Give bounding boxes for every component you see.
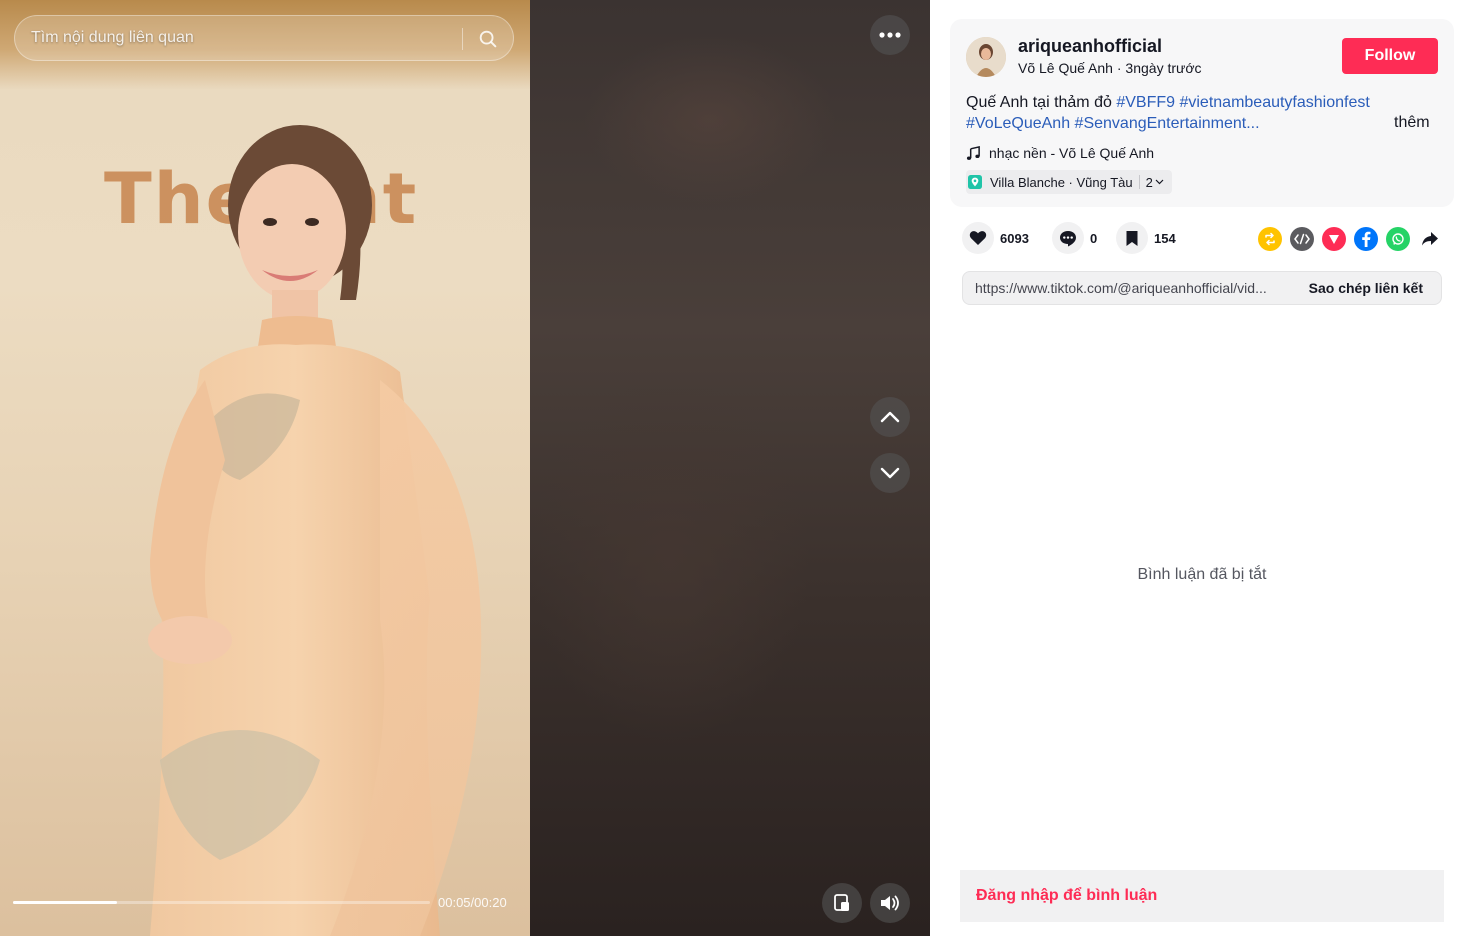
comment-button[interactable] xyxy=(1052,222,1084,254)
video-progress-fill xyxy=(13,901,118,904)
hashtag-link[interactable]: #vietnambeautyfashionfest xyxy=(1179,94,1369,111)
share-arrow-glyph xyxy=(1422,232,1438,246)
login-to-comment-link[interactable]: Đăng nhập để bình luận xyxy=(976,887,1157,905)
music-note-icon xyxy=(966,145,980,160)
caption-text: Quế Anh tại thảm đỏ xyxy=(966,94,1117,111)
comments-disabled-message: Bình luận đã bị tắt xyxy=(1137,566,1267,583)
facebook-glyph xyxy=(1362,231,1371,247)
share-link-box: https://www.tiktok.com/@ariqueanhofficia… xyxy=(962,271,1442,305)
author-display-name[interactable]: Võ Lê Quế Anh xyxy=(1018,60,1113,76)
copy-link-button[interactable]: Sao chép liên kết xyxy=(1309,280,1423,296)
music-link[interactable]: nhạc nền - Võ Lê Quế Anh xyxy=(966,143,1154,163)
embed-glyph xyxy=(1294,233,1310,245)
chevron-down-icon xyxy=(1155,179,1164,185)
save-count: 154 xyxy=(1154,231,1176,246)
location-label: Villa Blanche · Vũng Tàu xyxy=(990,174,1133,190)
search-icon[interactable] xyxy=(477,28,499,50)
video-info-card: ariqueanhofficial Võ Lê Quế Anh · 3ngày … xyxy=(950,19,1454,207)
caption-more-link[interactable]: thêm xyxy=(1394,114,1430,132)
subline-separator: · xyxy=(1112,60,1126,76)
video-progress-bar[interactable] xyxy=(13,901,430,904)
music-label: nhạc nền - Võ Lê Quế Anh xyxy=(989,145,1155,161)
video-player[interactable]: The ent xyxy=(0,0,930,936)
app-root: The ent xyxy=(0,0,1460,936)
side-panel: ariqueanhofficial Võ Lê Quế Anh · 3ngày … xyxy=(930,0,1460,936)
next-video-button[interactable] xyxy=(870,453,910,493)
video-time: 00:05/00:20 xyxy=(438,895,507,910)
share-arrow-icon[interactable] xyxy=(1418,227,1442,251)
avatar[interactable] xyxy=(966,37,1006,77)
comment-count: 0 xyxy=(1090,231,1098,246)
chevron-up-icon xyxy=(880,411,900,423)
author-subline: Võ Lê Quế Anh · 3ngày trước xyxy=(1018,60,1202,76)
like-button[interactable] xyxy=(962,222,994,254)
like-count: 6093 xyxy=(1000,231,1029,246)
picture-in-picture-button[interactable] xyxy=(822,883,862,923)
bookmark-icon xyxy=(1126,230,1138,246)
save-button[interactable] xyxy=(1116,222,1148,254)
comment-icon xyxy=(1060,230,1076,246)
video-caption: Quế Anh tại thảm đỏ #VBFF9 #vietnambeaut… xyxy=(966,92,1386,134)
volume-icon xyxy=(881,895,899,911)
whatsapp-glyph xyxy=(1392,233,1404,245)
hashtag-link[interactable]: #SenvangEntertainment... xyxy=(1075,115,1260,132)
author-username[interactable]: ariqueanhofficial xyxy=(1018,36,1162,57)
previous-video-button[interactable] xyxy=(870,397,910,437)
hashtag-link[interactable]: #VBFF9 xyxy=(1116,94,1175,111)
location-extra-count: 2 xyxy=(1145,174,1153,190)
search-placeholder-text: Tìm nội dung liên quan xyxy=(31,29,194,46)
pip-icon xyxy=(834,894,849,911)
volume-button[interactable] xyxy=(870,883,910,923)
follow-button[interactable]: Follow xyxy=(1342,38,1438,74)
more-options-button[interactable] xyxy=(870,15,910,55)
chevron-down-icon xyxy=(880,467,900,479)
repost-icon[interactable] xyxy=(1258,227,1282,251)
more-horizontal-icon xyxy=(879,32,901,38)
model-figure xyxy=(148,125,482,936)
embed-icon[interactable] xyxy=(1290,227,1314,251)
login-to-comment-bar[interactable]: Đăng nhập để bình luận xyxy=(960,870,1444,922)
post-date: 3ngày trước xyxy=(1125,60,1202,76)
search-divider xyxy=(462,28,463,50)
location-divider xyxy=(1138,175,1140,189)
location-chip[interactable]: Villa Blanche · Vũng Tàu 2 xyxy=(966,170,1172,194)
heart-icon xyxy=(969,231,987,245)
search-bar[interactable]: Tìm nội dung liên quan xyxy=(14,15,514,61)
hashtag-link[interactable]: #VoLeQueAnh xyxy=(966,115,1070,132)
whatsapp-icon[interactable] xyxy=(1386,227,1410,251)
avatar-image xyxy=(966,37,1006,77)
send-icon[interactable] xyxy=(1322,227,1346,251)
send-glyph xyxy=(1329,235,1339,244)
location-pin-icon xyxy=(968,175,982,189)
share-link-url[interactable]: https://www.tiktok.com/@ariqueanhofficia… xyxy=(975,280,1290,296)
repost-glyph xyxy=(1265,232,1275,246)
facebook-icon[interactable] xyxy=(1354,227,1378,251)
video-frame[interactable]: The ent xyxy=(0,0,530,936)
